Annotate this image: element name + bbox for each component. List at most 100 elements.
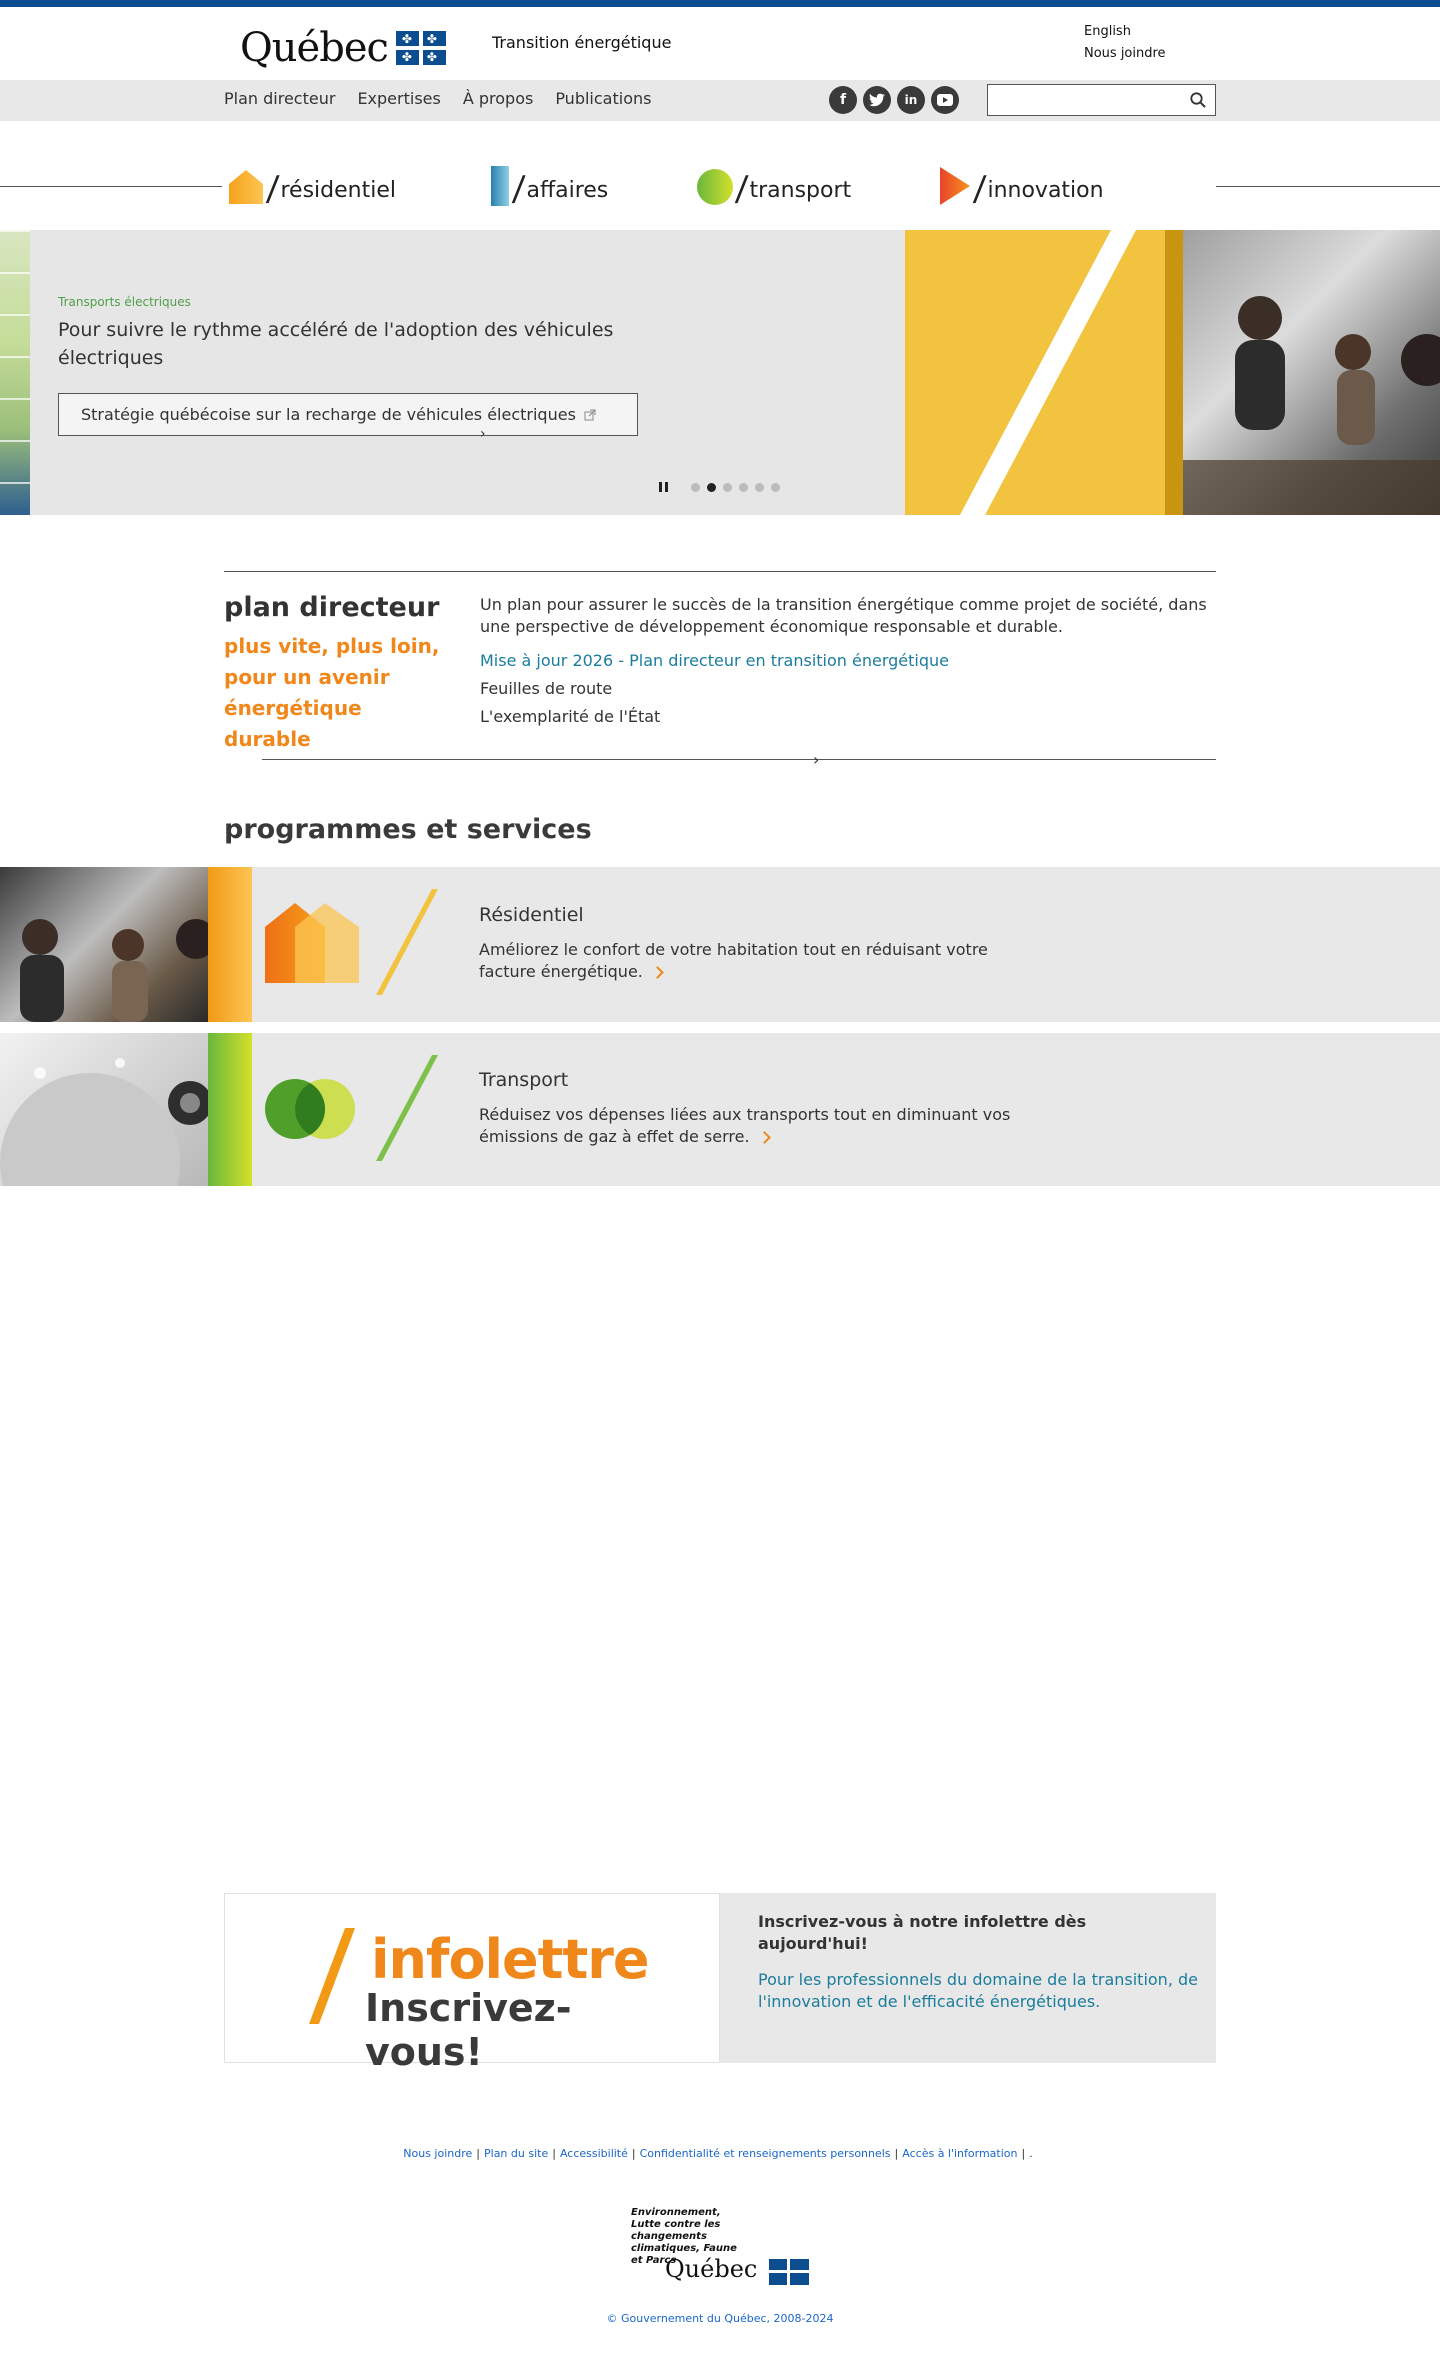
newsletter-signup[interactable]: infolettre Inscrivez-vous! Inscrivez-vou… [224, 1893, 1216, 2074]
pause-icon[interactable] [659, 482, 669, 492]
fleurdelise-icon: ✤ ✤ ✤ ✤ [395, 31, 446, 65]
nav-item-publications[interactable]: Publications [555, 89, 651, 108]
program-card-transport[interactable]: Transport Réduisez vos dépenses liées au… [0, 1033, 1440, 1253]
circle-icon [697, 169, 733, 205]
language-link[interactable]: English [1084, 21, 1166, 43]
plan-link-roadmaps[interactable]: Feuilles de route [480, 675, 949, 703]
carousel-dot[interactable] [739, 482, 748, 492]
external-link-icon [584, 409, 596, 420]
youtube-icon[interactable] [931, 86, 959, 114]
program-description-text: Réduisez vos dépenses liées aux transpor… [479, 1105, 1011, 1146]
hero-title: Pour suivre le rythme accéléré de l'adop… [58, 319, 614, 369]
search-input[interactable] [992, 86, 1182, 114]
carousel-dot[interactable] [723, 482, 732, 492]
hero-carousel: Transports électriques Pour suivre le ry… [0, 230, 1440, 515]
quebec-logo[interactable]: Québec ✤ ✤ ✤ ✤ [240, 25, 446, 71]
nav-item-a-propos[interactable]: À propos [463, 89, 533, 108]
category-residentiel[interactable]: / résidentiel [227, 160, 396, 209]
plan-title: plan directeur [224, 592, 440, 623]
carousel-dot[interactable] [691, 482, 700, 492]
plan-link-list: Mise à jour 2026 - Plan directeur en tra… [480, 647, 949, 731]
nav-item-expertises[interactable]: Expertises [357, 89, 440, 108]
linkedin-icon[interactable]: in [897, 86, 925, 114]
footer-link-privacy[interactable]: Confidentialité et renseignements person… [640, 2147, 891, 2160]
arrow-right-icon: › [480, 426, 486, 442]
category-label: affaires [526, 178, 609, 203]
category-label: transport [749, 178, 852, 203]
carousel-dot[interactable] [755, 482, 764, 492]
slash-glyph: / [972, 169, 988, 209]
category-label: innovation [987, 178, 1104, 203]
slash-glyph [309, 1928, 355, 2024]
program-description: Améliorez le confort de votre habitation… [479, 939, 1019, 983]
slash-glyph [376, 889, 438, 995]
footer-link-contact[interactable]: Nous joindre [403, 2147, 472, 2160]
hero-yellow-panel [905, 230, 1165, 515]
ministry-logo[interactable]: Environnement, Lutte contre les changeme… [631, 2207, 811, 2287]
program-photo [0, 1033, 212, 1253]
category-divider-left [0, 186, 222, 187]
hero-side-image [0, 230, 30, 515]
contact-link[interactable]: Nous joindre [1084, 43, 1166, 65]
newsletter-description: Pour les professionnels du domaine de la… [758, 1970, 1198, 2011]
search-box [987, 84, 1216, 116]
triangle-icon [940, 167, 970, 205]
hero-photo-children-window [1165, 230, 1440, 515]
slash-glyph [376, 1055, 438, 1161]
program-description: Réduisez vos dépenses liées aux transpor… [479, 1104, 1039, 1148]
newsletter-cta: Inscrivez-vous! [365, 1986, 572, 2074]
site-title[interactable]: Transition énergétique [492, 33, 671, 52]
hero-cta-button[interactable]: Stratégie québécoise sur la recharge de … [58, 393, 638, 436]
main-navigation: Plan directeur Expertises À propos Publi… [0, 80, 1440, 121]
social-links: f in [829, 86, 959, 114]
slash-glyph: / [734, 169, 750, 209]
plan-bottom-rule [262, 759, 1216, 760]
plan-top-rule [224, 571, 1216, 572]
program-color-band [208, 1033, 252, 1186]
program-title: Transport [479, 1069, 569, 1091]
plan-link-update-2026[interactable]: Mise à jour 2026 - Plan directeur en tra… [480, 647, 949, 675]
programs-heading: programmes et services [224, 814, 592, 845]
hero-kicker: Transports électriques [58, 295, 191, 309]
facebook-icon[interactable]: f [829, 86, 857, 114]
arrow-right-icon[interactable]: › [813, 750, 819, 769]
category-transport[interactable]: / transport [696, 160, 852, 209]
carousel-dot-active[interactable] [707, 482, 716, 492]
program-color-band [208, 867, 252, 1022]
footer-links: Nous joindre | Plan du site | Accessibilité |… [403, 2147, 1033, 2160]
program-title: Résidentiel [479, 904, 584, 926]
newsletter-word: infolettre [371, 1928, 650, 1991]
circles-icon [265, 1079, 355, 1139]
carousel-controls [659, 482, 780, 492]
category-innovation[interactable]: / innovation [938, 160, 1104, 209]
logo-wordmark: Québec [240, 25, 389, 71]
plan-description: Un plan pour assurer le succès de la tra… [480, 595, 1207, 636]
category-affaires[interactable]: / affaires [489, 160, 609, 209]
program-description-text: Améliorez le confort de votre habitation… [479, 940, 988, 981]
nav-item-plan-directeur[interactable]: Plan directeur [224, 89, 335, 108]
building-icon [491, 166, 509, 206]
copyright: © Gouvernement du Québec, 2008-2024 [606, 2312, 834, 2325]
site-header: Québec ✤ ✤ ✤ ✤ Transition énergétique En… [0, 7, 1440, 80]
chevron-right-icon [757, 1131, 771, 1144]
footer-link-sitemap[interactable]: Plan du site [484, 2147, 548, 2160]
twitter-icon[interactable] [863, 86, 891, 114]
footer-link-accessibility[interactable]: Accessibilité [560, 2147, 628, 2160]
category-label: résidentiel [280, 178, 396, 203]
program-card-residentiel[interactable]: Résidentiel Améliorez le confort de votr… [0, 867, 1440, 1022]
utility-links: English Nous joindre [1084, 21, 1166, 65]
chevron-right-icon [651, 966, 664, 979]
search-icon[interactable] [1189, 91, 1207, 109]
category-divider-right [1216, 186, 1440, 187]
carousel-dot[interactable] [771, 482, 780, 492]
newsletter-headline: Inscrivez-vous à notre infolettre dès au… [758, 1912, 1087, 1953]
footer-link-information-access[interactable]: Accès à l'information [902, 2147, 1017, 2160]
plan-link-exemplarity[interactable]: L'exemplarité de l'État [480, 703, 949, 731]
slash-glyph: / [265, 169, 281, 209]
house-icon [229, 170, 263, 204]
top-accent-bar [0, 0, 1440, 7]
plan-tagline: plus vite, plus loin, pour un avenir éne… [224, 634, 440, 751]
footer-logo-wordmark: Québec [665, 2255, 758, 2283]
program-photo [0, 867, 216, 1022]
fleurdelise-icon [769, 2259, 809, 2285]
